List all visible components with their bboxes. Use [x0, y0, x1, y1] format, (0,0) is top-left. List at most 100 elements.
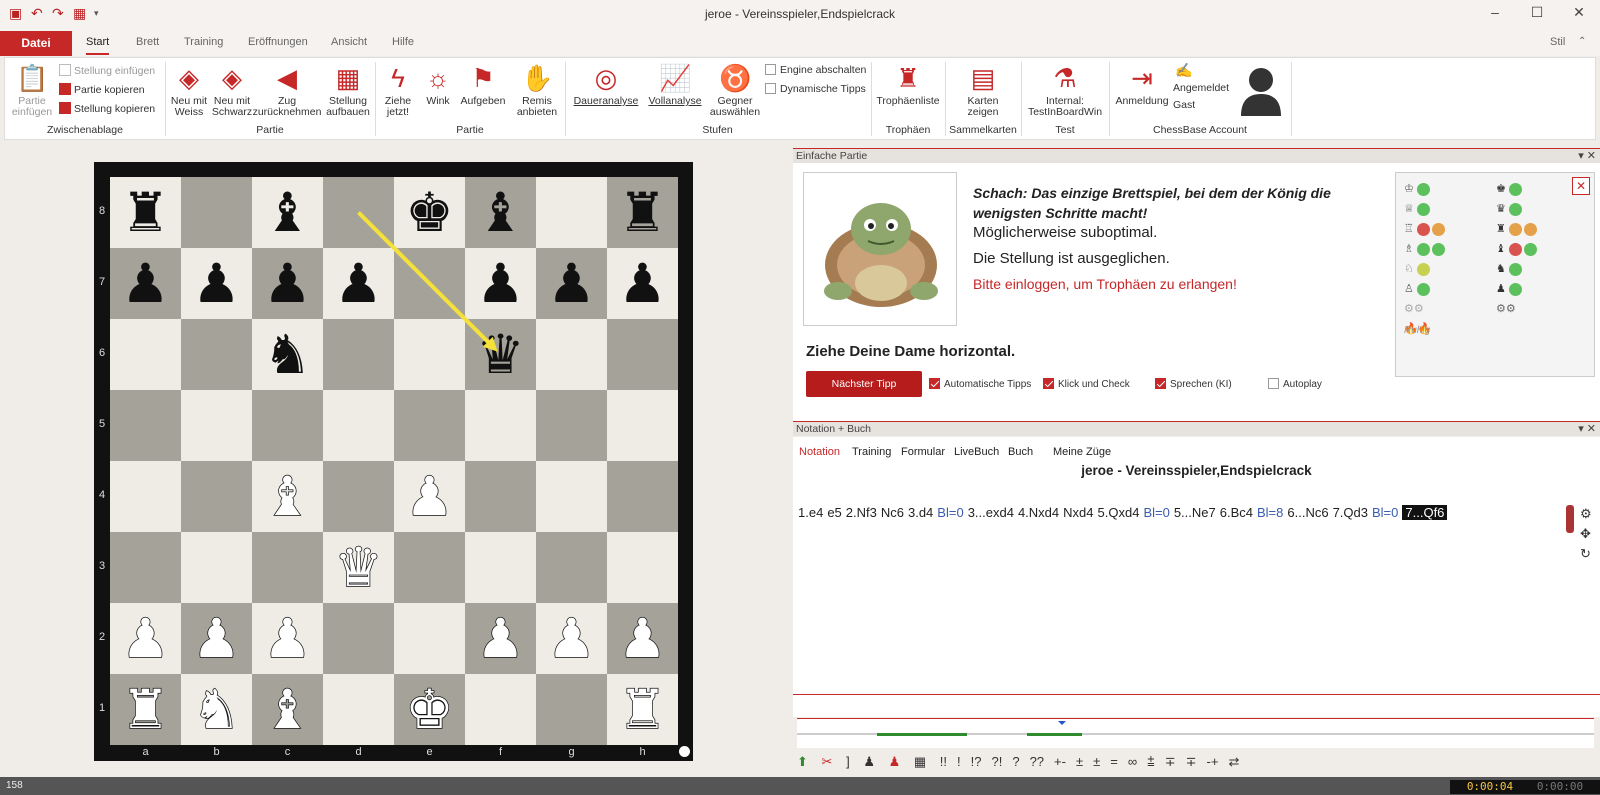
- square-e2[interactable]: [394, 603, 465, 674]
- black-rook-piece[interactable]: ♜: [618, 185, 666, 240]
- black-queen-piece[interactable]: ♛: [476, 327, 524, 382]
- engine-icon[interactable]: ⚙: [1580, 504, 1592, 524]
- square-a5[interactable]: [110, 390, 181, 461]
- square-c8[interactable]: ♝: [252, 177, 323, 248]
- tab-hilfe[interactable]: Hilfe: [392, 36, 414, 48]
- square-h7[interactable]: ♟: [607, 248, 678, 319]
- trophy-list-button[interactable]: ♜ Trophäenliste: [875, 62, 941, 107]
- square-h4[interactable]: [607, 461, 678, 532]
- dynamic-tips-checkbox[interactable]: Dynamische Tipps: [765, 83, 866, 95]
- white-knight-piece[interactable]: ♞: [192, 681, 242, 737]
- square-f4[interactable]: [465, 461, 536, 532]
- square-d6[interactable]: [323, 319, 394, 390]
- white-pawn-piece[interactable]: ♟: [263, 610, 313, 666]
- tab-notation[interactable]: Notation: [799, 446, 840, 458]
- panel-close-icon[interactable]: ▾ ✕: [1578, 422, 1596, 437]
- square-d7[interactable]: ♟: [323, 248, 394, 319]
- square-e6[interactable]: [394, 319, 465, 390]
- full-analysis-button[interactable]: 📈 Vollanalyse: [643, 62, 707, 107]
- tab-meine-zuege[interactable]: Meine Züge: [1053, 446, 1111, 458]
- tab-buch[interactable]: Buch: [1008, 446, 1033, 458]
- square-b3[interactable]: [181, 532, 252, 603]
- square-h5[interactable]: [607, 390, 678, 461]
- style-menu[interactable]: Stil: [1550, 36, 1565, 48]
- next-tip-button[interactable]: Nächster Tipp: [806, 371, 922, 397]
- black-pawn-piece[interactable]: ♟: [192, 256, 240, 311]
- take-back-button[interactable]: ◀ Zug zurücknehmen: [252, 62, 322, 118]
- move[interactable]: 3.d4: [908, 505, 933, 520]
- delete-move-icon[interactable]: ✂: [822, 754, 833, 769]
- white-pawn-piece[interactable]: ♟: [618, 610, 668, 666]
- square-a4[interactable]: [110, 461, 181, 532]
- avatar[interactable]: [1235, 60, 1287, 116]
- white-pawn-piece[interactable]: ♟: [405, 468, 455, 524]
- annotation-symbol-button[interactable]: =: [1110, 754, 1118, 769]
- refresh-icon[interactable]: ↻: [1580, 544, 1592, 564]
- square-a7[interactable]: ♟: [110, 248, 181, 319]
- square-c7[interactable]: ♟: [252, 248, 323, 319]
- maximize-icon[interactable]: ☐: [1522, 4, 1552, 21]
- move[interactable]: 3...exd4: [968, 505, 1014, 520]
- tab-ansicht[interactable]: Ansicht: [331, 36, 367, 48]
- square-c1[interactable]: ♝: [252, 674, 323, 745]
- black-bishop-piece[interactable]: ♝: [263, 185, 311, 240]
- engine-off-checkbox[interactable]: Engine abschalten: [765, 64, 866, 76]
- show-cards-button[interactable]: ▤ Karten zeigen: [953, 62, 1013, 118]
- square-f5[interactable]: [465, 390, 536, 461]
- white-rook-piece[interactable]: ♜: [121, 681, 171, 737]
- square-f6[interactable]: ♛: [465, 319, 536, 390]
- square-g2[interactable]: ♟: [536, 603, 607, 674]
- square-e1[interactable]: ♚: [394, 674, 465, 745]
- square-b6[interactable]: [181, 319, 252, 390]
- tab-livebuch[interactable]: LiveBuch: [954, 446, 999, 458]
- black-pawn-piece[interactable]: ♟: [121, 256, 169, 311]
- copy-position-button[interactable]: Stellung kopieren: [59, 102, 155, 115]
- style-chevron-icon[interactable]: ⌃: [1578, 36, 1586, 47]
- square-d1[interactable]: [323, 674, 394, 745]
- board-snapshot-icon[interactable]: ▦: [914, 754, 926, 769]
- setup-position-button[interactable]: ▦ Stellung aufbauen: [323, 62, 373, 118]
- square-g4[interactable]: [536, 461, 607, 532]
- annotation-symbol-button[interactable]: !?: [971, 754, 982, 769]
- move-comment[interactable]: Bl=8: [1257, 505, 1283, 520]
- black-pawn-piece[interactable]: ♟: [263, 256, 311, 311]
- move[interactable]: 5...Ne7: [1174, 505, 1216, 520]
- paste-game-button[interactable]: 📋 Partie einfügen: [11, 62, 53, 118]
- copy-game-button[interactable]: Partie kopieren: [59, 83, 145, 96]
- new-black-button[interactable]: ◈ Neu mit Schwarz: [210, 62, 254, 118]
- move-icon[interactable]: ✥: [1580, 524, 1592, 544]
- annotation-symbol-button[interactable]: ±: [1076, 754, 1083, 769]
- tab-training[interactable]: Training: [852, 446, 891, 458]
- close-icon[interactable]: ✕: [1564, 4, 1594, 21]
- square-f2[interactable]: ♟: [465, 603, 536, 674]
- square-h6[interactable]: [607, 319, 678, 390]
- square-c5[interactable]: [252, 390, 323, 461]
- square-g5[interactable]: [536, 390, 607, 461]
- white-rook-piece[interactable]: ♜: [618, 681, 668, 737]
- tab-formular[interactable]: Formular: [901, 446, 945, 458]
- offer-draw-button[interactable]: ✋ Remis anbieten: [513, 62, 561, 118]
- square-h2[interactable]: ♟: [607, 603, 678, 674]
- square-d5[interactable]: [323, 390, 394, 461]
- square-g7[interactable]: ♟: [536, 248, 607, 319]
- move[interactable]: 4.Nxd4: [1018, 505, 1059, 520]
- internal-test-button[interactable]: ⚗ Internal: TestInBoardWin: [1025, 62, 1105, 118]
- move[interactable]: e5: [827, 505, 841, 520]
- black-pawn-piece[interactable]: ♟: [547, 256, 595, 311]
- square-c6[interactable]: ♞: [252, 319, 323, 390]
- pawn-red-icon[interactable]: ♟: [889, 754, 901, 769]
- move-list[interactable]: 1.e4 e5 2.Nf3 Nc6 3.d4 Bl=0 3...exd4 4.Nxd4 Nxd4…: [798, 505, 1451, 520]
- square-e3[interactable]: [394, 532, 465, 603]
- annotation-symbol-button[interactable]: ?!: [992, 754, 1003, 769]
- square-b2[interactable]: ♟: [181, 603, 252, 674]
- square-d8[interactable]: [323, 177, 394, 248]
- black-bishop-piece[interactable]: ♝: [476, 185, 524, 240]
- move[interactable]: 6...Nc6: [1287, 505, 1328, 520]
- annotation-symbol-button[interactable]: ∞: [1128, 754, 1137, 769]
- square-c2[interactable]: ♟: [252, 603, 323, 674]
- square-a3[interactable]: [110, 532, 181, 603]
- white-king-piece[interactable]: ♚: [405, 681, 455, 737]
- chess-board[interactable]: ♜ ♝ ♚ ♝ ♜ ♟ ♟ ♟ ♟ ♟ ♟ ♟ ♞ ♛ ♝ ♟ ♛ ♟ ♟ ♟ ♟ ♟ ♟ ♜ ♞ ♝ ♚ ♜: [110, 177, 678, 745]
- evaluation-graph[interactable]: [797, 718, 1594, 748]
- white-pawn-piece[interactable]: ♟: [476, 610, 526, 666]
